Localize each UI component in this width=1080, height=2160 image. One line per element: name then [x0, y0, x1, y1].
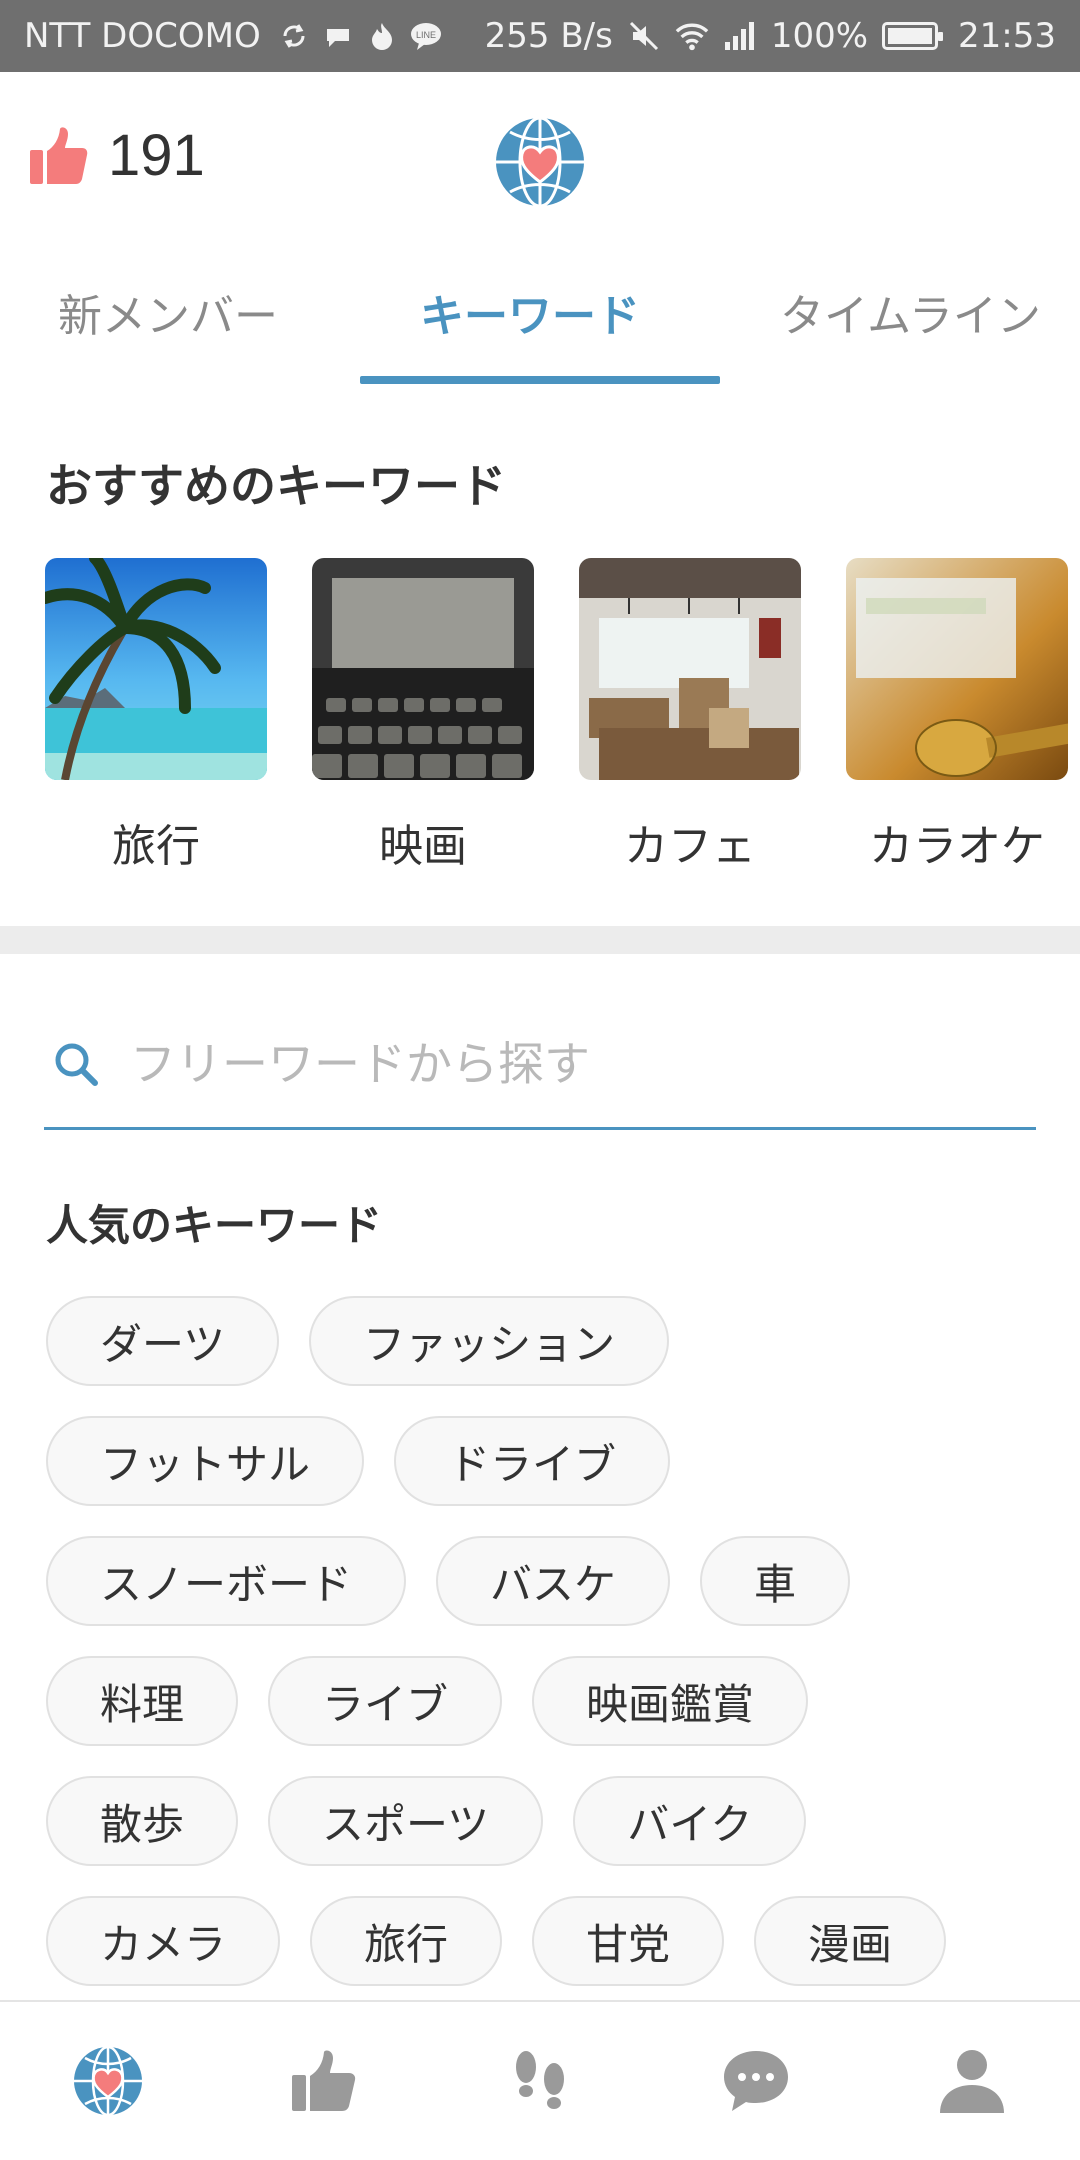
search-icon — [55, 1043, 98, 1086]
recommended-keyword-label: カラオケ — [869, 821, 1045, 872]
battery-percent: 100% — [770, 16, 869, 56]
keyword-chip[interactable]: 料理 — [46, 1656, 239, 1746]
keyword-chip[interactable]: ドライブ — [394, 1416, 671, 1506]
clock: 21:53 — [958, 16, 1056, 56]
signal-icon — [723, 19, 757, 53]
flame-icon — [365, 19, 399, 53]
keyword-chip[interactable]: 散歩 — [46, 1776, 239, 1866]
recommended-keyword-label: 旅行 — [112, 821, 200, 872]
thumbs-up-icon — [292, 2050, 356, 2111]
wifi-icon — [675, 19, 709, 53]
svg-text:LINE: LINE — [416, 30, 436, 40]
globe-heart-icon — [74, 2045, 142, 2117]
status-bar: NTT DOCOMO LINE 255 B/s 100% 21:53 — [0, 0, 1080, 72]
app-icon — [321, 19, 355, 53]
sync-icon — [277, 19, 311, 53]
battery-icon — [882, 22, 944, 50]
recommended-keyword-label: 映画 — [379, 821, 467, 872]
keyword-chip[interactable]: ライブ — [268, 1656, 503, 1746]
keyword-chip[interactable]: 映画鑑賞 — [532, 1656, 809, 1746]
chat-bubble-icon — [724, 2051, 788, 2111]
keyword-chip[interactable]: カメラ — [46, 1896, 281, 1986]
recommended-keyword-card[interactable]: カラオケ — [846, 558, 1068, 874]
app-header: 191 — [0, 72, 1080, 242]
nav-profile[interactable] — [864, 2002, 1080, 2160]
network-speed: 255 B/s — [484, 16, 613, 56]
recommended-keyword-card[interactable]: カフェ — [579, 558, 801, 874]
keyword-chip[interactable]: 旅行 — [310, 1896, 503, 1986]
recommended-keyword-label: カフェ — [624, 821, 756, 872]
search-input[interactable] — [130, 1036, 930, 1091]
keyword-chip[interactable]: バイク — [573, 1776, 807, 1866]
like-counter[interactable]: 191 — [28, 122, 205, 189]
tab-timeline[interactable]: タイムライン — [780, 280, 1041, 344]
recommended-keywords-title: おすすめのキーワード — [46, 459, 506, 513]
popular-keywords-title: 人気のキーワード — [46, 1201, 383, 1250]
recommended-keyword-card[interactable]: 旅行 — [45, 558, 267, 874]
keyword-search-bar[interactable] — [44, 1000, 1036, 1130]
globe-heart-logo — [496, 116, 584, 208]
nav-home[interactable] — [0, 2002, 216, 2160]
keyword-chip[interactable]: スポーツ — [268, 1776, 544, 1866]
cafe-interior-image — [579, 558, 801, 780]
popular-keyword-chips: ダーツ ファッション フットサル ドライブ スノーボード バスケ 車 料理 ライ… — [46, 1296, 1046, 2016]
karaoke-mic-image — [846, 558, 1068, 780]
line-icon: LINE — [409, 19, 443, 53]
tab-new-members[interactable]: 新メンバー — [58, 280, 278, 344]
nav-messages[interactable] — [648, 2002, 864, 2160]
keyword-chip[interactable]: 漫画 — [754, 1896, 947, 1986]
carrier-name: NTT DOCOMO — [24, 16, 261, 56]
footprints-icon — [516, 2051, 564, 2109]
keyword-chip[interactable]: 車 — [700, 1536, 851, 1626]
like-count: 191 — [108, 123, 205, 188]
tab-bar: 新メンバー キーワード タイムライン — [0, 250, 1080, 390]
keyword-chip[interactable]: ファッション — [309, 1296, 670, 1386]
cinema-seats-image — [312, 558, 534, 780]
thumbs-up-icon — [30, 126, 88, 184]
tab-keywords[interactable]: キーワード — [420, 280, 640, 344]
nav-footprints[interactable] — [432, 2002, 648, 2160]
beach-palm-image — [45, 558, 267, 780]
nav-likes[interactable] — [216, 2002, 432, 2160]
section-divider — [0, 926, 1080, 954]
keyword-chip[interactable]: フットサル — [46, 1416, 365, 1506]
keyword-chip[interactable]: 甘党 — [532, 1896, 725, 1986]
keyword-chip[interactable]: バスケ — [436, 1536, 671, 1626]
person-icon — [940, 2050, 1004, 2113]
recommended-keyword-card[interactable]: 映画 — [312, 558, 534, 874]
bottom-navigation — [0, 2000, 1080, 2160]
keyword-chip[interactable]: ダーツ — [46, 1296, 280, 1386]
mute-icon — [627, 19, 661, 53]
active-tab-indicator — [360, 376, 720, 384]
keyword-chip[interactable]: スノーボード — [46, 1536, 407, 1626]
